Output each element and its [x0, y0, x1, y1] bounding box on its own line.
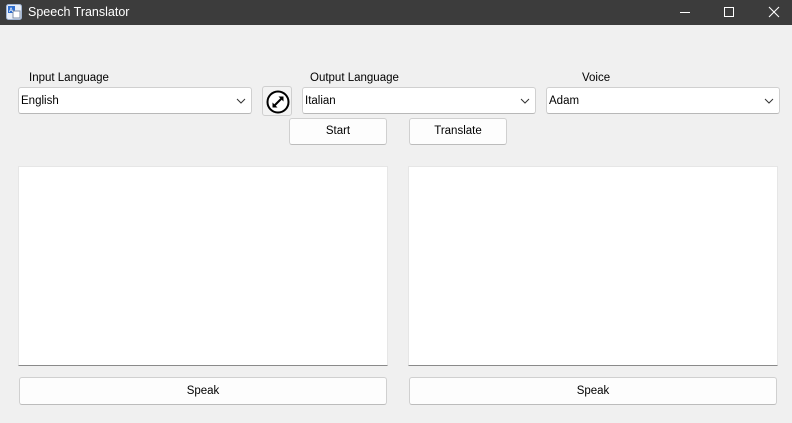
chevron-down-icon [236, 98, 246, 104]
start-button[interactable]: Start [289, 118, 387, 145]
minimize-icon [680, 12, 690, 13]
swap-languages-icon [266, 90, 290, 114]
swap-languages-button[interactable] [262, 86, 292, 116]
maximize-icon [724, 7, 734, 17]
voice-select[interactable]: Adam [546, 87, 780, 114]
speak-output-button[interactable]: Speak [409, 377, 777, 405]
close-icon [768, 6, 780, 18]
minimize-button[interactable] [662, 0, 708, 25]
input-language-select[interactable]: English [18, 87, 252, 114]
output-language-value: Italian [305, 95, 336, 107]
chevron-down-icon [764, 98, 774, 104]
input-language-label: Input Language [29, 72, 109, 84]
chevron-down-icon [520, 98, 530, 104]
voice-label: Voice [582, 72, 611, 84]
app-icon: A [6, 4, 22, 20]
output-language-label: Output Language [310, 72, 399, 84]
input-language-value: English [21, 95, 59, 107]
voice-value: Adam [549, 95, 580, 107]
speak-input-button[interactable]: Speak [19, 377, 387, 405]
title-bar: A Speech Translator [0, 0, 792, 25]
translate-button[interactable]: Translate [409, 118, 507, 145]
input-text-area[interactable] [18, 166, 388, 366]
output-text-area[interactable] [408, 166, 778, 366]
close-button[interactable] [751, 0, 792, 25]
window-title: Speech Translator [28, 5, 130, 19]
maximize-button[interactable] [706, 0, 752, 25]
output-language-select[interactable]: Italian [302, 87, 536, 114]
